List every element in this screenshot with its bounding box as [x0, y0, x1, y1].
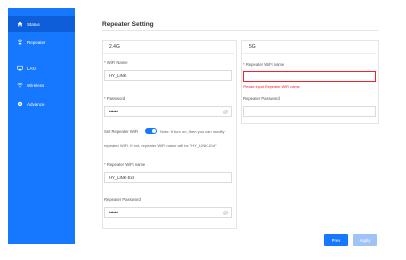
apply-button[interactable]: Apply: [353, 234, 377, 246]
wifi-name-label: * WiFi Name: [104, 60, 128, 65]
band-24g-header: 2.4G: [109, 44, 120, 50]
password-input[interactable]: ••••••: [104, 106, 232, 117]
sidebar-item-wireless[interactable]: Wireless: [8, 77, 75, 93]
set-repeater-note-2: repeater WiFi. If not, repeater WiFi nam…: [104, 143, 217, 148]
repeater-password-label: Repeater Password: [104, 197, 141, 202]
repeater-wifi-name-label: * Repeater WiFi name: [104, 162, 146, 167]
band-5g-header: 5G: [249, 44, 256, 50]
sidebar-item-status[interactable]: Status: [8, 16, 75, 32]
wifi-name-input[interactable]: HY_LINK: [104, 70, 232, 81]
home-icon: [17, 21, 23, 27]
eye-off-icon[interactable]: [223, 110, 228, 114]
wifi-icon: [17, 82, 23, 88]
sidebar-item-label: LAN: [27, 65, 36, 71]
eye-off-icon[interactable]: [223, 211, 228, 215]
panel-divider: [103, 53, 234, 54]
sidebar-item-lan[interactable]: LAN: [8, 60, 75, 76]
prev-button[interactable]: Prev: [324, 234, 348, 246]
repeater-wifi-name-5g-error: Please input Repeater WiFi name: [243, 85, 300, 89]
set-repeater-note: Note: If turn on, then you can modify: [160, 129, 225, 134]
sidebar-item-label: Status: [27, 21, 40, 27]
set-repeater-label: Set Repeater WiFi: [104, 129, 139, 134]
page-title: Repeater Setting: [102, 21, 154, 28]
sidebar-item-advance[interactable]: Advance: [8, 96, 75, 112]
repeater-wifi-name-5g-input[interactable]: [243, 71, 376, 82]
sidebar-item-label: Wireless: [27, 82, 45, 88]
repeater-password-5g-input[interactable]: [243, 106, 376, 117]
sidebar-item-repeater[interactable]: Repeater: [8, 34, 75, 50]
repeater-wifi-name-5g-label: * Repeater WiFi name: [243, 62, 285, 67]
repeater-password-input[interactable]: ••••••: [104, 207, 232, 218]
sidebar: Status Repeater LAN Wireless Advance: [8, 8, 75, 244]
lan-icon: [17, 65, 23, 71]
title-divider: [102, 30, 378, 31]
panel-divider: [242, 53, 376, 54]
repeater-password-5g-label: Repeater Password: [243, 96, 280, 101]
gear-icon: [17, 101, 23, 107]
sidebar-item-label: Repeater: [27, 39, 46, 45]
repeater-icon: [17, 39, 23, 45]
set-repeater-toggle[interactable]: [145, 128, 157, 134]
repeater-wifi-name-input[interactable]: HY_LINK-Ext: [104, 172, 232, 183]
password-label: * Password: [104, 96, 126, 101]
sidebar-item-label: Advance: [27, 101, 45, 107]
